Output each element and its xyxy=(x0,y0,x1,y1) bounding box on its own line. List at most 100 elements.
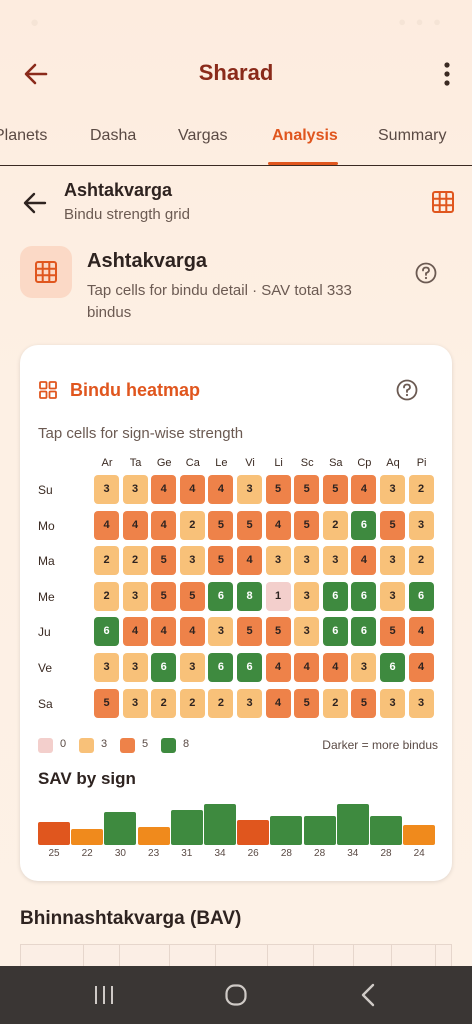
heatmap-cell[interactable]: 6 xyxy=(408,581,434,611)
heatmap-cell[interactable]: 3 xyxy=(322,546,348,576)
heatmap-cell[interactable]: 4 xyxy=(294,653,320,682)
heatmap-cell[interactable]: 4 xyxy=(265,688,291,718)
heatmap-cell[interactable]: 6 xyxy=(380,653,405,682)
heatmap-cell[interactable]: 1 xyxy=(265,581,291,611)
heatmap-cell[interactable]: 8 xyxy=(237,581,262,611)
heatmap-cell[interactable]: 2 xyxy=(322,510,348,540)
heatmap-cell[interactable]: 3 xyxy=(122,475,148,504)
heatmap-cell[interactable]: 5 xyxy=(322,475,348,504)
heatmap-cell[interactable]: 2 xyxy=(408,475,434,504)
sav-bar-pi[interactable] xyxy=(403,824,436,845)
heatmap-cell[interactable]: 5 xyxy=(179,581,205,611)
heatmap-cell[interactable]: 5 xyxy=(151,581,177,611)
heatmap-cell[interactable]: 6 xyxy=(94,617,119,647)
sav-bar-ca[interactable] xyxy=(137,826,170,845)
heatmap-cell[interactable]: 5 xyxy=(265,617,291,647)
heatmap-cell[interactable]: 3 xyxy=(408,510,434,540)
heatmap-cell[interactable]: 4 xyxy=(179,475,205,504)
recents-icon[interactable] xyxy=(93,984,115,1006)
heatmap-cell[interactable]: 3 xyxy=(179,546,205,576)
heatmap-cell[interactable]: 4 xyxy=(408,653,434,682)
help-icon[interactable] xyxy=(396,379,418,401)
heatmap-cell[interactable]: 3 xyxy=(237,688,262,718)
heatmap-cell[interactable]: 5 xyxy=(265,475,291,504)
heatmap-cell[interactable]: 6 xyxy=(208,581,234,611)
heatmap-cell[interactable]: 2 xyxy=(94,546,119,576)
help-icon[interactable] xyxy=(415,262,437,284)
heatmap-cell[interactable]: 2 xyxy=(179,510,205,540)
heatmap-cell[interactable]: 3 xyxy=(122,688,148,718)
sav-bar-li[interactable] xyxy=(237,820,270,845)
heatmap-cell[interactable]: 4 xyxy=(208,475,234,504)
heatmap-cell[interactable]: 6 xyxy=(237,653,262,682)
heatmap-cell[interactable]: 5 xyxy=(208,546,234,576)
heatmap-cell[interactable]: 4 xyxy=(408,617,434,647)
heatmap-cell[interactable]: 2 xyxy=(94,581,119,611)
heatmap-cell[interactable]: 5 xyxy=(94,688,119,718)
heatmap-cell[interactable]: 5 xyxy=(294,475,320,504)
heatmap-cell[interactable]: 6 xyxy=(151,653,177,682)
heatmap-cell[interactable]: 5 xyxy=(237,510,262,540)
grid-icon[interactable] xyxy=(431,190,455,214)
heatmap-cell[interactable]: 4 xyxy=(237,546,262,576)
heatmap-cell[interactable]: 4 xyxy=(122,510,148,540)
sav-bar-sa[interactable] xyxy=(303,816,336,845)
heatmap-cell[interactable]: 3 xyxy=(237,475,262,504)
heatmap-cell[interactable]: 3 xyxy=(408,688,434,718)
heatmap-cell[interactable]: 3 xyxy=(380,688,405,718)
heatmap-cell[interactable]: 5 xyxy=(351,688,377,718)
heatmap-cell[interactable]: 3 xyxy=(294,546,320,576)
heatmap-cell[interactable]: 4 xyxy=(265,510,291,540)
heatmap-cell[interactable]: 3 xyxy=(265,546,291,576)
heatmap-cell[interactable]: 2 xyxy=(408,546,434,576)
heatmap-cell[interactable]: 3 xyxy=(380,581,405,611)
heatmap-cell[interactable]: 3 xyxy=(94,653,119,682)
heatmap-cell[interactable]: 4 xyxy=(151,617,177,647)
heatmap-cell[interactable]: 5 xyxy=(294,510,320,540)
heatmap-cell[interactable]: 4 xyxy=(94,510,119,540)
heatmap-cell[interactable]: 4 xyxy=(265,653,291,682)
arrow-back-icon[interactable] xyxy=(22,190,48,216)
heatmap-cell[interactable]: 2 xyxy=(208,688,234,718)
sav-bar-aq[interactable] xyxy=(370,816,402,845)
sav-bar-cp[interactable] xyxy=(336,804,369,845)
heatmap-cell[interactable]: 5 xyxy=(151,546,177,576)
heatmap-cell[interactable]: 3 xyxy=(122,653,148,682)
heatmap-cell[interactable]: 3 xyxy=(179,653,205,682)
heatmap-cell[interactable]: 6 xyxy=(208,653,234,682)
sav-bar-ar[interactable] xyxy=(38,822,70,845)
heatmap-cell[interactable]: 3 xyxy=(351,653,377,682)
heatmap-cell[interactable]: 5 xyxy=(380,617,405,647)
heatmap-cell[interactable]: 5 xyxy=(237,617,262,647)
heatmap-cell[interactable]: 4 xyxy=(122,617,148,647)
heatmap-cell[interactable]: 2 xyxy=(151,688,177,718)
heatmap-cell[interactable]: 3 xyxy=(208,617,234,647)
heatmap-cell[interactable]: 5 xyxy=(294,688,320,718)
heatmap-cell[interactable]: 3 xyxy=(380,546,405,576)
heatmap-cell[interactable]: 3 xyxy=(294,617,320,647)
heatmap-cell[interactable]: 4 xyxy=(151,475,177,504)
tab-vargas[interactable]: Vargas xyxy=(178,127,228,145)
nav-back-icon[interactable] xyxy=(359,983,377,1007)
heatmap-cell[interactable]: 6 xyxy=(351,617,377,647)
heatmap-cell[interactable]: 6 xyxy=(322,617,348,647)
heatmap-cell[interactable]: 4 xyxy=(322,653,348,682)
tab-planets[interactable]: Planets xyxy=(0,127,47,145)
heatmap-cell[interactable]: 4 xyxy=(151,510,177,540)
heatmap-cell[interactable]: 6 xyxy=(322,581,348,611)
tab-dasha[interactable]: Dasha xyxy=(90,127,136,145)
heatmap-cell[interactable]: 6 xyxy=(351,510,377,540)
heatmap-cell[interactable]: 2 xyxy=(122,546,148,576)
heatmap-cell[interactable]: 4 xyxy=(351,475,377,504)
heatmap-cell[interactable]: 5 xyxy=(208,510,234,540)
heatmap-cell[interactable]: 3 xyxy=(294,581,320,611)
home-icon[interactable] xyxy=(224,983,248,1007)
heatmap-cell[interactable]: 3 xyxy=(94,475,119,504)
heatmap-cell[interactable]: 3 xyxy=(380,475,405,504)
sav-bar-le[interactable] xyxy=(170,810,203,845)
tab-summary[interactable]: Summary xyxy=(378,127,446,145)
sav-bar-ta[interactable] xyxy=(71,828,104,845)
heatmap-cell[interactable]: 4 xyxy=(179,617,205,647)
heatmap-cell[interactable]: 2 xyxy=(179,688,205,718)
tab-analysis[interactable]: Analysis xyxy=(272,127,338,145)
